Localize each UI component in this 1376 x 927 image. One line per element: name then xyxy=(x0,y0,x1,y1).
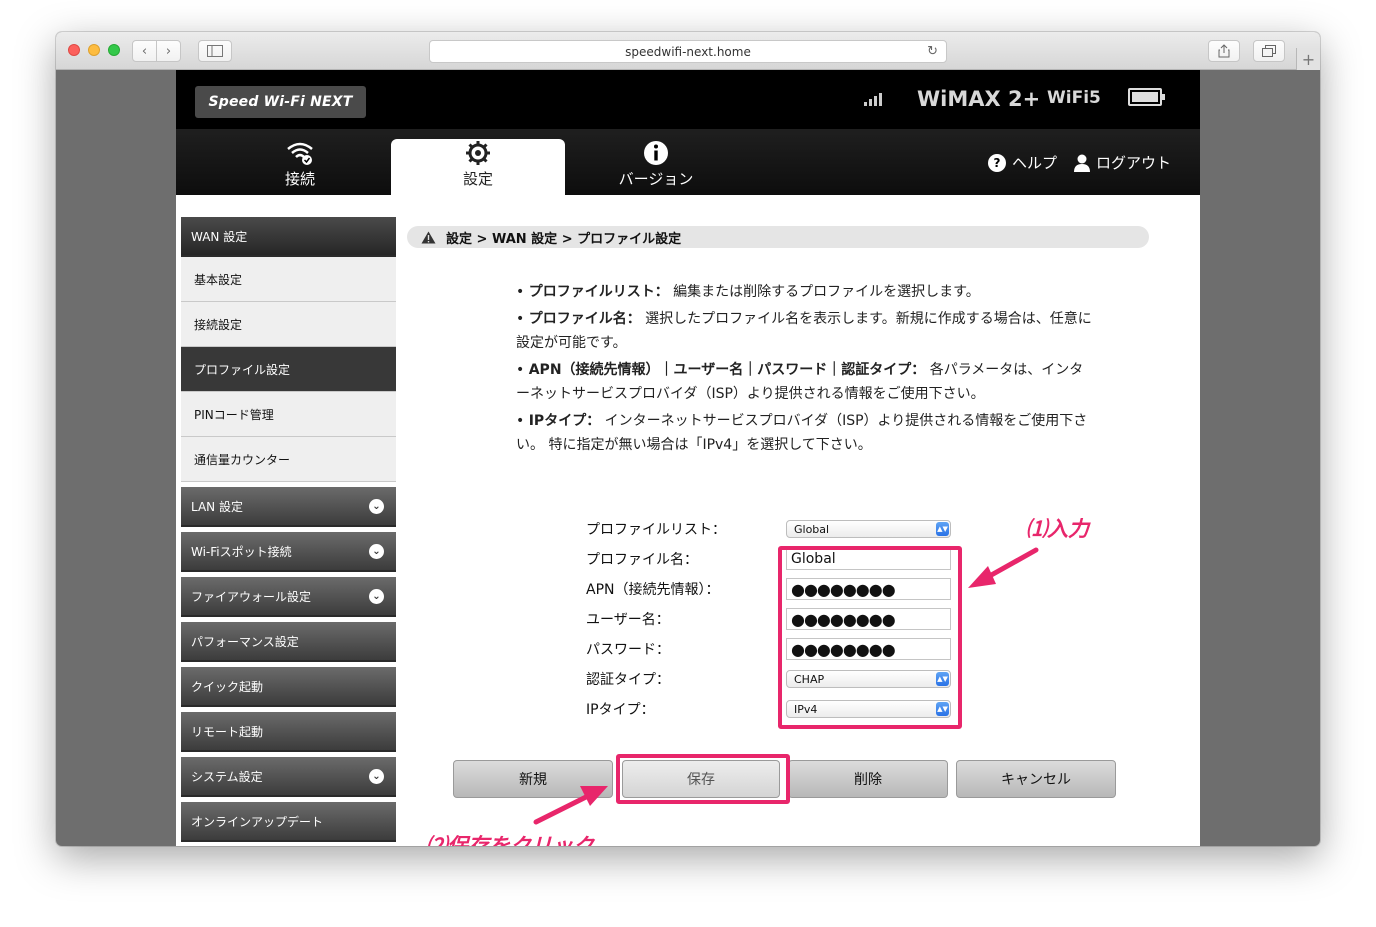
arrow-to-inputs-icon xyxy=(968,547,1039,588)
forward-button[interactable]: › xyxy=(156,40,181,62)
annotation-arrows xyxy=(533,547,1039,825)
share-icon xyxy=(1218,44,1230,58)
chevron-left-icon: ‹ xyxy=(141,43,148,59)
new-tab-button[interactable]: + xyxy=(1296,48,1320,70)
tabs-icon xyxy=(1262,45,1276,57)
zoom-window-button[interactable] xyxy=(108,44,120,56)
browser-titlebar: ‹ › speedwifi-next.home ↻ + xyxy=(56,32,1320,70)
sidebar-icon xyxy=(207,45,223,57)
minimize-window-button[interactable] xyxy=(88,44,100,56)
chevron-right-icon: › xyxy=(165,43,172,59)
reload-icon[interactable]: ↻ xyxy=(927,44,938,59)
arrow-to-save-icon xyxy=(533,786,608,825)
url-text: speedwifi-next.home xyxy=(625,44,751,59)
address-bar[interactable]: speedwifi-next.home ↻ xyxy=(429,40,947,63)
router-admin-page: Speed Wi-Fi NEXT WiMAX 2+ WiFi5 接続 設定 バー… xyxy=(176,70,1200,846)
close-window-button[interactable] xyxy=(68,44,80,56)
sidebar-toggle-button[interactable] xyxy=(198,40,232,62)
show-tabs-button[interactable] xyxy=(1253,40,1285,62)
plus-icon: + xyxy=(1301,49,1316,69)
back-button[interactable]: ‹ xyxy=(132,40,157,62)
browser-window: ‹ › speedwifi-next.home ↻ + Speed Wi-Fi … xyxy=(56,32,1320,846)
share-button[interactable] xyxy=(1208,40,1240,62)
